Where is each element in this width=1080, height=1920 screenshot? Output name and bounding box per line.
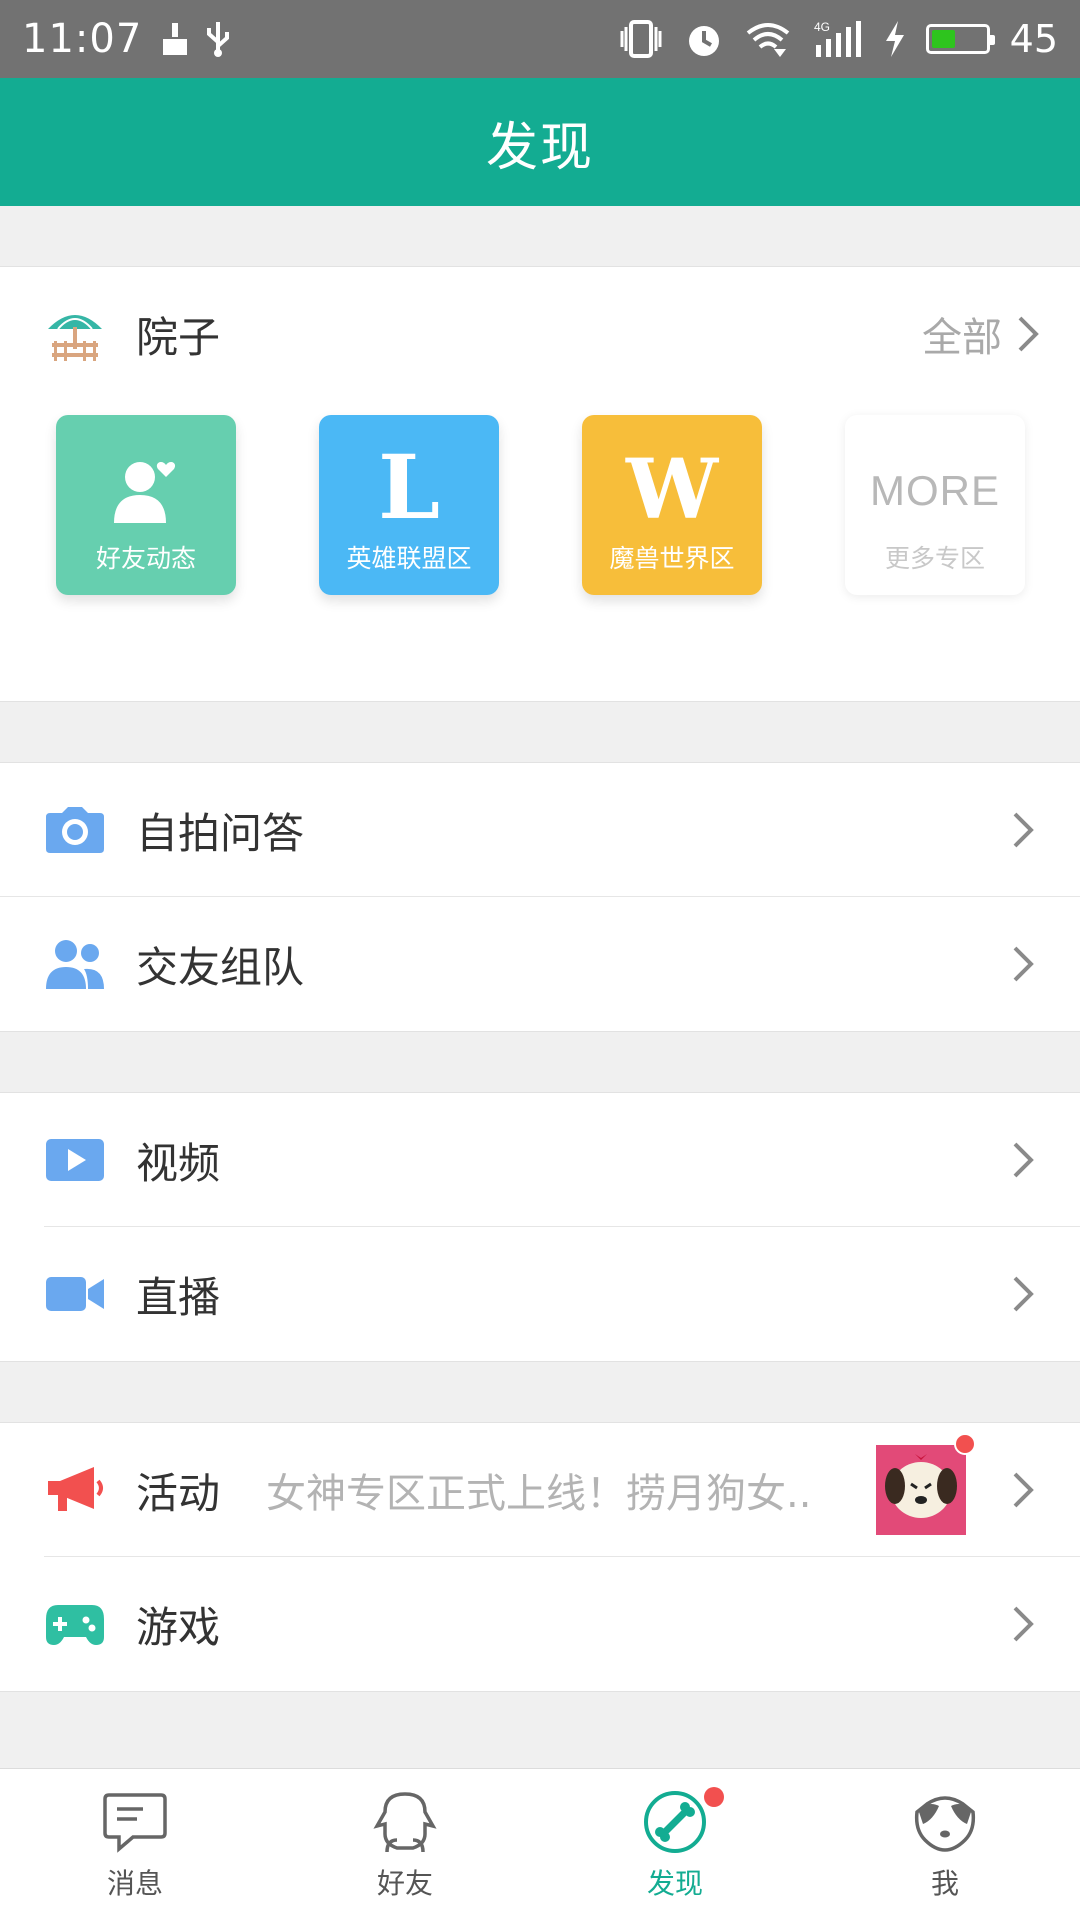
charging-icon — [885, 21, 904, 57]
row-label: 视频 — [136, 1138, 221, 1188]
nav-label: 我 — [930, 1866, 959, 1900]
row-label: 自拍问答 — [136, 808, 305, 858]
nav-messages[interactable]: 消息 — [0, 1769, 270, 1920]
row-selfie-qa[interactable]: 自拍问答 — [0, 763, 1080, 897]
tile-label: 英雄联盟区 — [346, 544, 472, 573]
row-games[interactable]: 游戏 — [0, 1557, 1080, 1691]
megaphone-icon — [44, 1459, 106, 1521]
chevron-right-icon — [1006, 1135, 1040, 1185]
row-live[interactable]: 直播 — [0, 1227, 1080, 1361]
battery-icon — [925, 24, 995, 54]
page-title: 发现 — [485, 117, 594, 178]
chevron-right-icon — [1006, 1599, 1040, 1649]
chevron-right-icon — [1006, 1465, 1040, 1515]
nav-label: 好友 — [376, 1866, 433, 1900]
friend-heart-icon — [114, 462, 176, 523]
signal-icon: 4G — [814, 20, 861, 57]
yard-section: 院子 全部 好友动态 L 英雄联盟区 W 魔兽世界区 MORE 更多专区 — [0, 266, 1080, 702]
more-text: MORE — [870, 467, 1000, 514]
row-label: 活动 — [136, 1468, 221, 1518]
alarm-icon — [688, 26, 719, 56]
activity-description: 女神专区正式上线！捞月狗女.. — [266, 1471, 812, 1517]
tile-label: 更多专区 — [884, 544, 985, 573]
row-label: 游戏 — [136, 1602, 221, 1652]
chevron-right-icon — [1018, 316, 1039, 352]
bottom-nav: 消息 好友 发现 我 — [0, 1768, 1080, 1920]
lol-logo-icon: L — [378, 435, 440, 539]
nav-discover[interactable]: 发现 — [540, 1769, 810, 1920]
yard-header[interactable]: 院子 全部 — [0, 267, 1080, 401]
status-time: 11:07 — [22, 16, 143, 62]
social-section: 自拍问答 交友组队 — [0, 762, 1080, 1032]
wifi-icon — [746, 23, 789, 57]
row-team-up[interactable]: 交友组队 — [0, 897, 1080, 1031]
tile-wow-zone[interactable]: W 魔兽世界区 — [582, 415, 762, 595]
media-section: 视频 直播 — [0, 1092, 1080, 1362]
yard-tiles: 好友动态 L 英雄联盟区 W 魔兽世界区 MORE 更多专区 — [0, 401, 1080, 595]
app-header: 发现 — [0, 78, 1080, 206]
svg-text:4G: 4G — [814, 20, 830, 34]
battery-percent: 45 — [1009, 17, 1058, 61]
status-bar: 11:07 4G 45 — [0, 0, 1080, 78]
activity-thumbnail — [876, 1445, 966, 1535]
row-label: 交友组队 — [136, 942, 305, 992]
people-icon — [44, 933, 106, 995]
chevron-right-icon — [1006, 939, 1040, 989]
activity-new-dot — [954, 1433, 976, 1455]
vibrate-icon — [620, 20, 662, 58]
discover-badge-dot — [704, 1787, 724, 1807]
cleaner-icon — [163, 23, 188, 55]
nav-friends[interactable]: 好友 — [270, 1769, 540, 1920]
nav-label: 消息 — [106, 1866, 163, 1900]
tile-more-zones[interactable]: MORE 更多专区 — [845, 415, 1025, 595]
row-video[interactable]: 视频 — [0, 1093, 1080, 1227]
chevron-right-icon — [1006, 805, 1040, 855]
yard-umbrella-icon — [44, 303, 106, 365]
gamepad-icon — [44, 1593, 106, 1655]
tile-label: 魔兽世界区 — [609, 544, 735, 573]
fun-section: 活动 女神专区正式上线！捞月狗女.. 游戏 — [0, 1422, 1080, 1692]
tile-label: 好友动态 — [95, 544, 196, 573]
chevron-right-icon — [1006, 1269, 1040, 1319]
video-camera-icon — [44, 1263, 106, 1325]
tile-friend-feed[interactable]: 好友动态 — [56, 415, 236, 595]
play-video-icon — [44, 1129, 106, 1191]
camera-icon — [44, 799, 106, 861]
row-activity[interactable]: 活动 女神专区正式上线！捞月狗女.. — [0, 1423, 1080, 1557]
yard-all-link[interactable]: 全部 — [922, 305, 1040, 363]
yard-all-label: 全部 — [922, 315, 1002, 361]
tile-lol-zone[interactable]: L 英雄联盟区 — [319, 415, 499, 595]
wow-logo-icon: W — [625, 442, 719, 538]
cartoon-dog-icon — [885, 1454, 957, 1518]
friend-icon — [371, 1788, 439, 1856]
nav-me[interactable]: 我 — [810, 1769, 1080, 1920]
yard-title: 院子 — [136, 312, 221, 362]
discover-icon — [641, 1788, 709, 1856]
row-label: 直播 — [136, 1272, 221, 1322]
nav-label: 发现 — [646, 1866, 703, 1900]
message-icon — [101, 1788, 169, 1856]
me-icon — [911, 1788, 979, 1856]
usb-icon — [207, 22, 230, 57]
